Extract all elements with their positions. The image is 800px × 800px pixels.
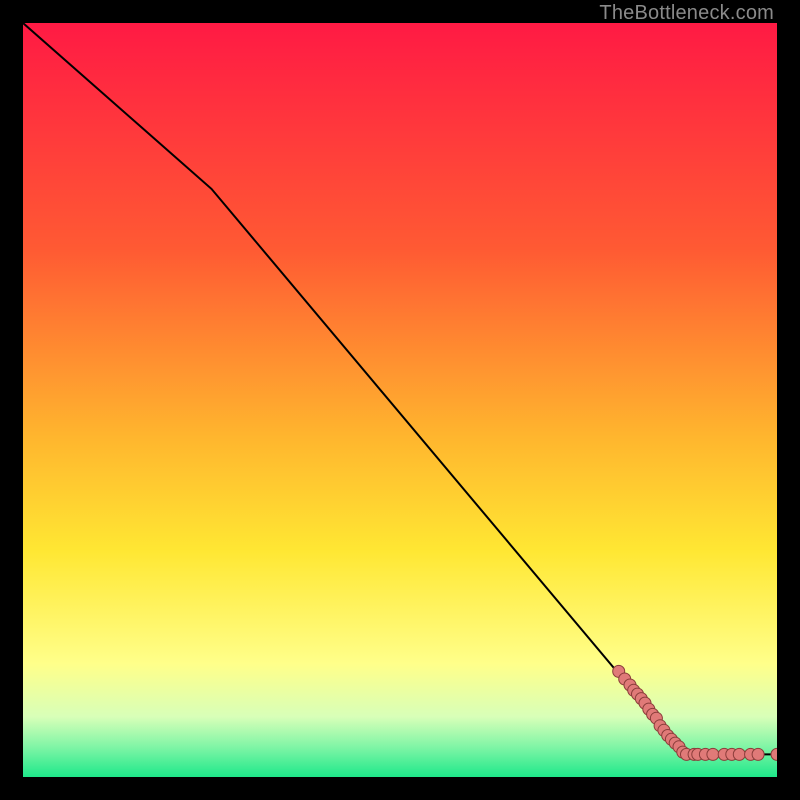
chart-frame [23, 23, 777, 777]
chart-svg [23, 23, 777, 777]
attribution-text: TheBottleneck.com [599, 2, 774, 25]
data-point [707, 748, 719, 760]
data-point [752, 748, 764, 760]
data-point [733, 748, 745, 760]
gradient-background [23, 23, 777, 777]
